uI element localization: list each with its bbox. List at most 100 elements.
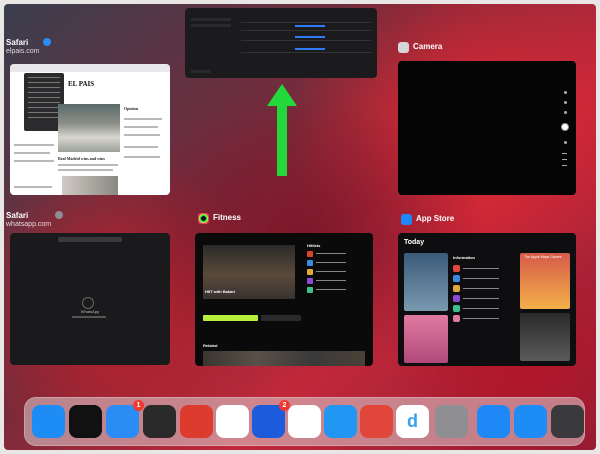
mode-label — [562, 159, 567, 160]
workout-button — [203, 315, 258, 321]
app-card-app-store[interactable]: Today Information The Apple Maps Games — [398, 233, 576, 366]
dock-checkbox-icon[interactable]: 2 — [252, 400, 290, 438]
news-photo — [62, 176, 118, 195]
list-item — [453, 305, 515, 313]
whatsapp-icon — [82, 297, 94, 309]
divider — [241, 30, 371, 31]
app-card-fitness[interactable]: HIIT with Bakari Hitlists Related — [195, 233, 373, 366]
swipe-up-arrow-icon — [267, 84, 297, 176]
featured-tile — [520, 253, 570, 309]
list-item — [453, 285, 515, 293]
side-heading: Opinion — [124, 106, 139, 111]
app-subtitle: elpais.com — [6, 48, 40, 55]
featured-tile — [520, 313, 570, 361]
app-label-safari-whatsapp: Safari whatsapp.com — [6, 211, 64, 228]
app-label-camera: Camera — [398, 42, 442, 53]
list-item — [307, 260, 363, 266]
news-photo — [58, 104, 120, 152]
rings-icon — [198, 213, 209, 224]
list-heading: Hitlists — [307, 243, 321, 248]
dock-compass-icon[interactable] — [514, 405, 547, 438]
dock-appstore-icon[interactable] — [477, 405, 510, 438]
app-name: Camera — [413, 42, 443, 51]
list-item — [453, 295, 515, 303]
story-tile — [404, 253, 448, 311]
divider — [241, 40, 371, 41]
divider — [241, 22, 371, 23]
flash-icon — [564, 91, 567, 94]
camera-icon — [398, 42, 409, 53]
shutter-button — [561, 123, 569, 131]
whatsapp-title: WhatsApp — [80, 309, 100, 314]
workout-thumbnails — [203, 351, 365, 366]
text-line — [124, 118, 162, 120]
app-card-safari-elpais[interactable]: EL PAIS Opinion Real Madrid wins and win… — [10, 64, 170, 195]
dock-rings-icon[interactable] — [69, 405, 102, 438]
app-switcher: Safari elpais.com EL PAIS Opinion Real M… — [4, 4, 596, 450]
text-line — [124, 134, 160, 136]
app-subtitle: whatsapp.com — [6, 221, 52, 228]
dock-compass-icon[interactable] — [32, 405, 65, 438]
text-line — [14, 160, 54, 162]
dock-butterfly-icon[interactable] — [143, 405, 176, 438]
list-item — [307, 278, 363, 284]
section-heading: Related — [203, 343, 218, 348]
notification-badge: 1 — [133, 400, 144, 411]
settings-link — [295, 25, 325, 27]
text-line — [124, 126, 158, 128]
app-name: Fitness — [213, 213, 242, 222]
list-item — [453, 275, 515, 283]
url-bar — [58, 237, 122, 242]
sidebar-row — [191, 24, 231, 27]
sidebar-row — [191, 70, 211, 73]
mode-label — [562, 165, 567, 166]
list-item — [453, 265, 515, 273]
app-name: Safari — [6, 38, 29, 47]
featured-title: The Apple Maps Games — [524, 255, 562, 259]
dock-envelope-icon[interactable]: 1 — [106, 400, 144, 438]
list-item — [453, 315, 515, 323]
dock-flower-icon[interactable] — [288, 405, 321, 438]
appstore-icon — [401, 214, 412, 225]
text-line — [72, 316, 106, 318]
app-label-app-store: App Store — [401, 214, 454, 225]
tab-group-icon — [43, 38, 52, 46]
mode-icon — [564, 141, 567, 144]
settings-link — [295, 48, 325, 50]
tab-group-icon — [55, 211, 64, 219]
app-card-top[interactable] — [185, 8, 377, 78]
list-item — [307, 251, 363, 257]
sidebar-row — [191, 18, 231, 21]
dock-bear-icon[interactable] — [180, 405, 213, 438]
story-tile — [404, 315, 448, 363]
dock: 1 2 d — [24, 397, 585, 446]
app-card-safari-whatsapp[interactable]: WhatsApp — [10, 233, 170, 365]
app-name: App Store — [416, 214, 455, 223]
app-name: Safari — [6, 211, 29, 220]
mode-label — [562, 153, 567, 154]
text-line — [14, 144, 54, 146]
dock-icon-glyph: d — [407, 411, 418, 431]
dock-pen-icon[interactable] — [216, 405, 249, 438]
list-item — [307, 287, 363, 293]
text-line — [14, 186, 52, 188]
safari-toolbar — [10, 64, 170, 72]
workout-title: HIIT with Bakari — [205, 289, 236, 294]
settings-link — [295, 36, 325, 38]
dock-gear-icon[interactable] — [435, 405, 468, 438]
dock-grid-icon[interactable] — [551, 405, 584, 438]
text-line — [58, 169, 113, 171]
text-line — [124, 156, 160, 158]
text-line — [14, 152, 50, 154]
headline: Real Madrid wins and wins — [58, 156, 105, 161]
list-heading: Information — [453, 255, 475, 260]
dock-folder-icon[interactable] — [324, 405, 357, 438]
dock-bolt-icon[interactable] — [360, 405, 393, 438]
text-line — [124, 146, 158, 148]
today-header: Today — [404, 239, 425, 246]
divider — [241, 52, 371, 53]
app-card-camera[interactable] — [398, 61, 576, 195]
app-label-safari-elpais: Safari elpais.com — [6, 38, 52, 55]
secondary-button — [261, 315, 301, 321]
dock-letter-d-icon[interactable]: d — [396, 405, 429, 438]
